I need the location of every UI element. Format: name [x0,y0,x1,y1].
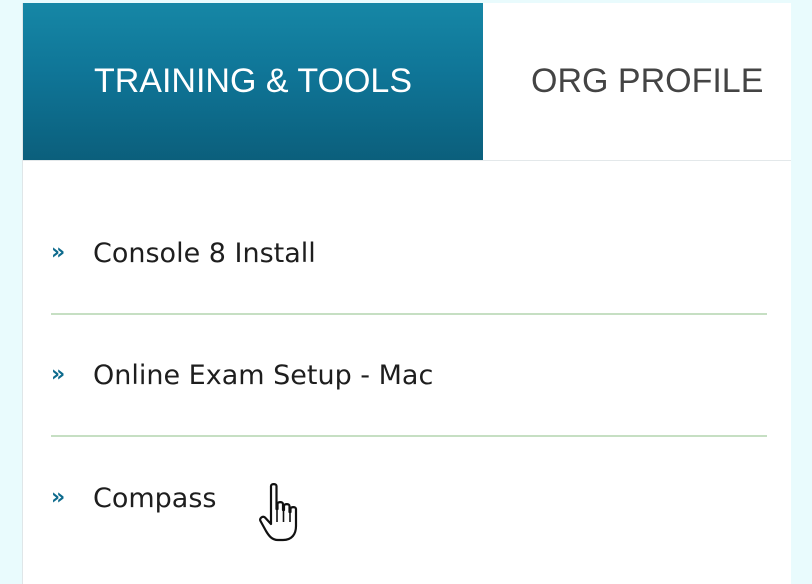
tab-training-tools[interactable]: TRAINING & TOOLS [23,3,483,160]
double-chevron-right-icon: » [51,361,66,387]
double-chevron-right-icon: » [51,239,66,265]
link-label[interactable]: Console 8 Install [93,238,316,269]
list-item-compass[interactable]: » Compass [51,437,767,559]
link-label[interactable]: Compass [93,483,217,514]
content-panel: TRAINING & TOOLS ORG PROFILE » Console 8… [22,3,791,584]
tab-label: TRAINING & TOOLS [93,62,413,100]
link-list: » Console 8 Install » Online Exam Setup … [51,193,767,559]
tab-label: ORG PROFILE [531,62,764,100]
link-label[interactable]: Online Exam Setup - Mac [93,360,433,391]
double-chevron-right-icon: » [51,484,66,510]
tab-org-profile[interactable]: ORG PROFILE [531,3,763,160]
hand-pointer-cursor-icon [259,483,298,542]
list-item-online-exam-setup[interactable]: » Online Exam Setup - Mac [51,315,767,437]
list-item-console-install[interactable]: » Console 8 Install [51,193,767,315]
tab-bar: TRAINING & TOOLS ORG PROFILE [23,3,791,161]
